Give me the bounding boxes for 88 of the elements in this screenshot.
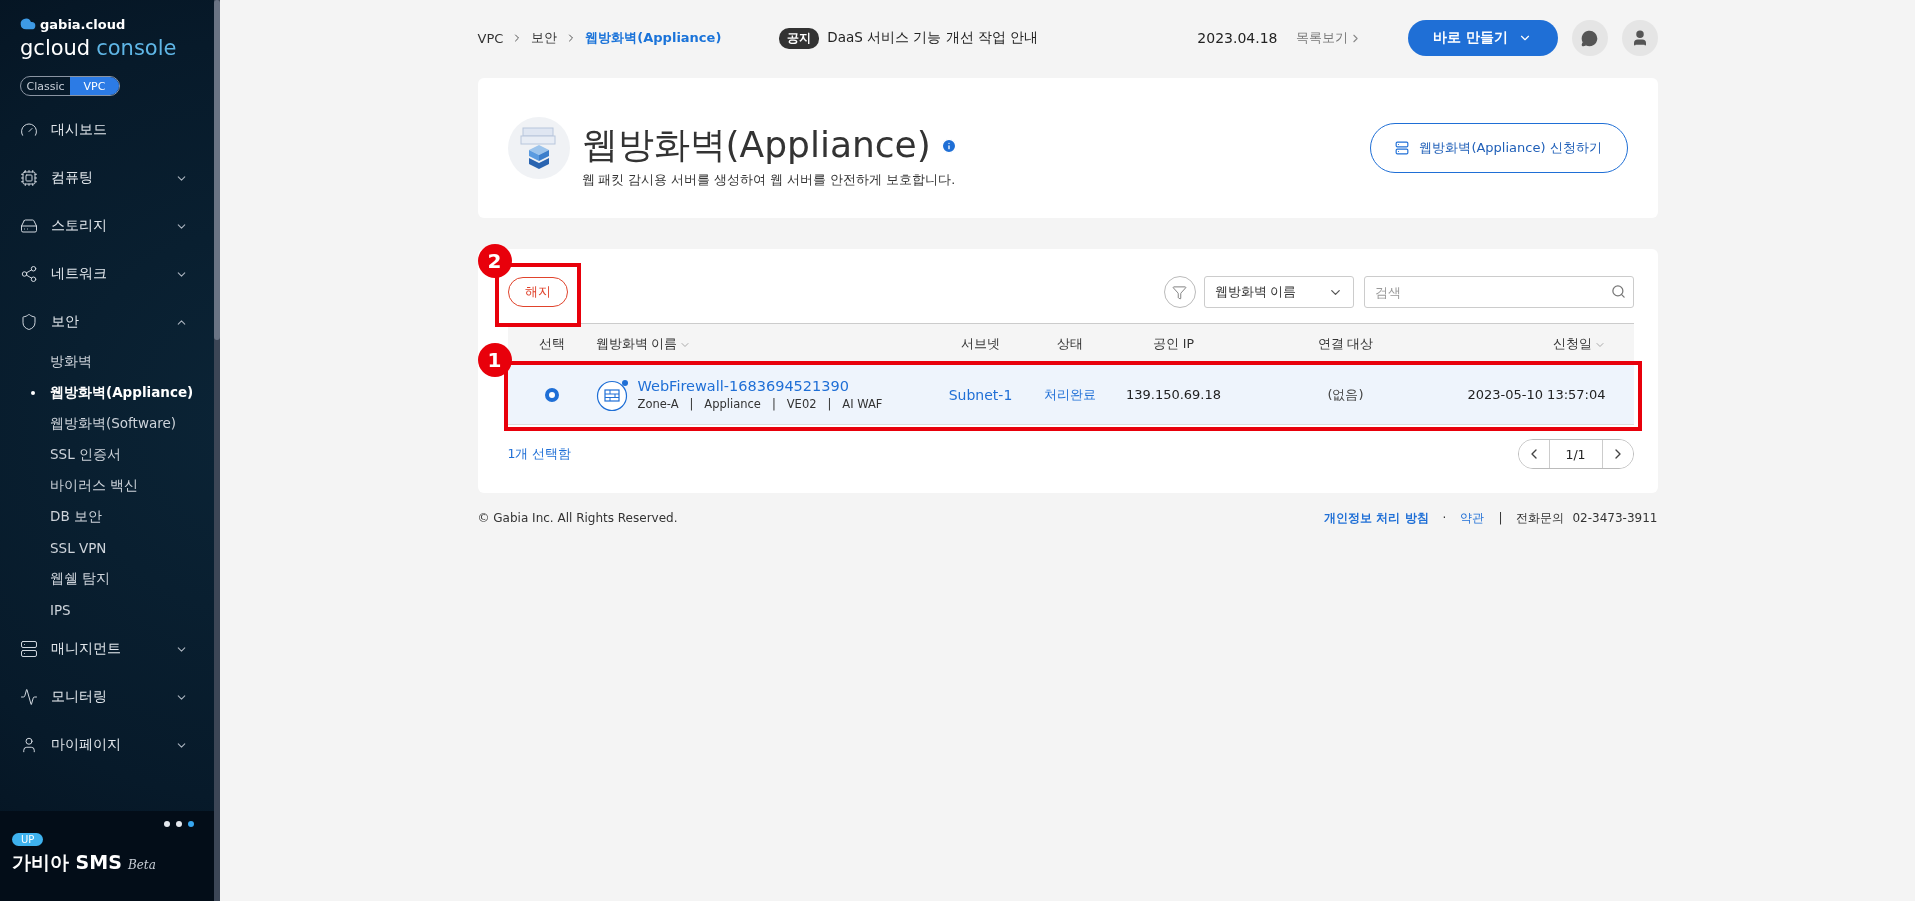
chat-bubble-icon — [1581, 29, 1598, 47]
breadcrumb-item[interactable]: 웹방화벽(Appliance) — [585, 29, 722, 47]
submenu-item[interactable]: IPS — [0, 594, 214, 625]
info-icon[interactable] — [940, 137, 957, 154]
step-marker: 2 — [477, 244, 512, 278]
dot-separator-text: · — [1442, 511, 1447, 525]
target-cell: (없음) — [1327, 385, 1364, 404]
column-header: 상태 — [1055, 336, 1084, 353]
carousel-dot[interactable] — [176, 821, 182, 827]
status-text: 처리완료 — [1043, 385, 1096, 404]
profile-button[interactable] — [1621, 20, 1658, 56]
breadcrumb-item[interactable]: VPC — [477, 30, 504, 46]
column-header: 공인 IP — [1151, 336, 1196, 353]
server-icon — [1395, 141, 1410, 155]
menu-item[interactable]: 매니지먼트 — [0, 625, 214, 673]
page-description: 웹 패킷 감시용 서버를 생성하여 웹 서버를 안전하게 보호합니다. — [581, 172, 957, 189]
menu-item[interactable]: 스토리지 — [0, 202, 214, 250]
column-header[interactable]: 신청일 — [1452, 336, 1628, 353]
promo-banner[interactable]: UP 가비아 SMS Beta — [0, 811, 214, 901]
filter-select[interactable]: 웹방화벽 이름 — [1203, 276, 1354, 308]
cloud-icon — [20, 16, 36, 32]
gauge-icon — [20, 121, 38, 139]
user-icon — [20, 736, 38, 754]
beta-label: Beta — [127, 858, 156, 872]
chat-button[interactable] — [1571, 20, 1608, 56]
shield-icon — [20, 313, 38, 331]
pipe-separator-text: | — [1498, 511, 1503, 525]
menu-item[interactable]: 컴퓨팅 — [0, 154, 214, 202]
chip-icon — [20, 169, 38, 187]
notice-date: 2023.04.18 — [1197, 30, 1278, 46]
search-field[interactable]: 검색 — [1363, 276, 1634, 308]
submenu-item[interactable]: DB 보안 — [0, 501, 214, 532]
notice-badge: 공지 — [779, 27, 820, 49]
menu-item[interactable]: 보안 — [0, 298, 214, 346]
carousel-dot[interactable] — [164, 821, 170, 827]
product-name: gcloud — [20, 36, 91, 60]
page-indicator: 1/1 — [1548, 440, 1603, 468]
firewall-details: Zone-A | Appliance | VE02 | AI WAF — [637, 397, 883, 411]
phone-label: 전화문의 — [1516, 509, 1565, 527]
menu-item[interactable]: 마이페이지 — [0, 721, 214, 769]
column-header: 연결 대상 — [1316, 336, 1375, 353]
server-icon — [20, 640, 38, 658]
brand-logo: gabia.cloud — [40, 16, 126, 32]
date-cell-text: 2023-05-10 13:57:04 — [1467, 387, 1607, 402]
row-radio[interactable] — [544, 387, 559, 402]
submenu-item[interactable]: 바이러스 백신 — [0, 470, 214, 501]
mode-option[interactable]: Classic — [21, 77, 70, 95]
table-row[interactable]: WebFirewall-1683694521390 Zone-A | Appliance | VE02 | AI WAF Subnet-1 처리완료 139.150.69.18 (없음) 2023-05-10 13:57:04 — [507, 365, 1634, 425]
network-icon — [20, 265, 38, 283]
promo-title: 가비아 SMS — [12, 850, 122, 875]
carousel-dot[interactable] — [188, 821, 194, 827]
terms-link[interactable]: 약관 — [1460, 509, 1485, 527]
search-icon[interactable] — [1610, 284, 1626, 299]
phone-number: 02-3473-3911 — [1572, 511, 1658, 525]
hard-drive-icon — [20, 217, 38, 235]
column-header[interactable]: 웹방화벽 이름 — [595, 336, 931, 353]
page-title: 웹방화벽(Appliance) — [581, 123, 931, 167]
subnet-link[interactable]: Subnet-1 — [948, 386, 1013, 403]
apply-button[interactable]: 웹방화벽(Appliance) 신청하기 — [1369, 123, 1628, 173]
filter-icon — [1172, 284, 1187, 300]
cancel-button[interactable]: 해지 — [507, 277, 568, 307]
submenu-item[interactable]: SSL 인증서 — [0, 439, 214, 470]
menu-item[interactable]: 대시보드 — [0, 106, 214, 154]
ip-cell: 139.150.69.18 — [1125, 387, 1222, 402]
submenu-item[interactable]: 웹방화벽(Software) — [0, 408, 214, 439]
activity-icon — [20, 688, 38, 706]
scrollbar-thumb[interactable] — [214, 0, 220, 340]
create-button[interactable]: 바로 만들기 — [1407, 20, 1558, 56]
column-header: 선택 — [537, 336, 566, 353]
firewall-icon — [595, 377, 630, 412]
up-badge: UP — [12, 833, 44, 846]
submenu-item[interactable]: 웹쉘 탐지 — [0, 563, 214, 594]
menu-item[interactable]: 모니터링 — [0, 673, 214, 721]
copyright-text: © Gabia Inc. All Rights Reserved. — [477, 511, 678, 525]
step-marker: 1 — [477, 343, 512, 377]
product-name: console — [96, 36, 177, 60]
firewall-name-link[interactable]: WebFirewall-1683694521390 — [637, 378, 883, 394]
submenu-item[interactable]: SSL VPN — [0, 532, 214, 563]
submenu-item[interactable]: 방화벽 — [0, 346, 214, 377]
menu-item[interactable]: 네트워크 — [0, 250, 214, 298]
mode-option[interactable]: VPC — [70, 77, 119, 95]
selected-count[interactable]: 1개 선택함 — [507, 445, 572, 463]
notice-text[interactable]: DaaS 서비스 기능 개선 작업 안내 — [827, 29, 1039, 47]
list-link[interactable]: 목록보기 — [1295, 29, 1362, 47]
submenu-item[interactable]: 웹방화벽(Appliance) — [0, 377, 214, 408]
column-header: 서브넷 — [960, 336, 1001, 353]
breadcrumb-item[interactable]: 보안 — [531, 29, 558, 47]
privacy-link[interactable]: 개인정보 처리 방침 — [1324, 509, 1429, 527]
